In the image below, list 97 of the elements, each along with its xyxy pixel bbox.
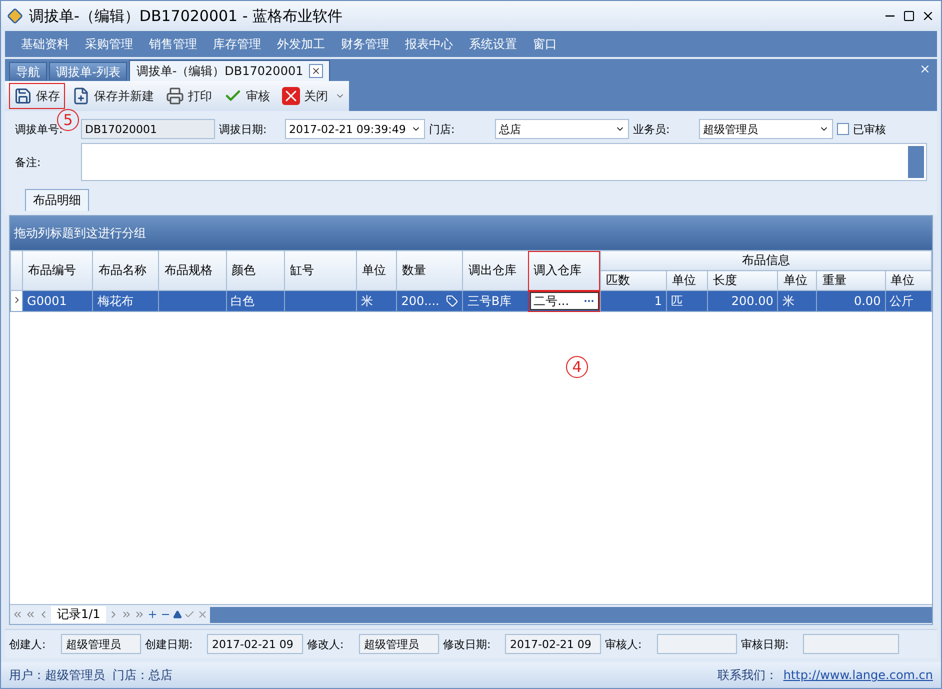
- input-field[interactable]: 超级管理员: [699, 119, 833, 139]
- close-icon: [311, 66, 322, 76]
- menu-item[interactable]: 窗口: [527, 34, 563, 54]
- scrollbar[interactable]: [908, 146, 924, 178]
- toolbar-button[interactable]: 保存并新建: [67, 83, 159, 109]
- toolbar-button[interactable]: 保存: [9, 83, 65, 109]
- column-header[interactable]: 缸号: [284, 250, 357, 290]
- menu-item[interactable]: 外发加工: [271, 34, 331, 54]
- checkbox-label: 已审核: [853, 122, 887, 136]
- column-header[interactable]: 调出仓库: [462, 250, 528, 290]
- remark-field[interactable]: [81, 143, 927, 181]
- toolbar-button[interactable]: 审核: [219, 83, 275, 109]
- menu-item[interactable]: 财务管理: [335, 34, 395, 54]
- table-cell: G0001: [22, 290, 93, 312]
- maximize-icon[interactable]: [903, 10, 915, 22]
- group-by-panel: 拖动列标题到这进行分组: [10, 216, 932, 250]
- record-counter: 记录1/1: [51, 606, 106, 623]
- checkbox[interactable]: [837, 123, 849, 135]
- table-cell: 公斤: [885, 290, 932, 312]
- detail-tab[interactable]: 布品明细: [25, 189, 89, 211]
- column-header[interactable]: 单位: [356, 250, 397, 290]
- next-page-icon[interactable]: [121, 609, 132, 620]
- column-header[interactable]: 匹数: [600, 270, 667, 290]
- input-field[interactable]: 总店: [495, 119, 629, 139]
- close-icon[interactable]: [921, 9, 935, 23]
- tab-close-button[interactable]: [309, 64, 324, 78]
- annotation-number: 4: [566, 356, 588, 378]
- horizontal-scrollbar[interactable]: [210, 606, 932, 622]
- readonly-field: 2017-02-21 09: [505, 634, 601, 654]
- toolbar-button[interactable]: 关闭: [277, 83, 333, 109]
- column-header[interactable]: 布品编号: [22, 250, 93, 290]
- menu-item[interactable]: 基础资料: [15, 34, 75, 54]
- table-cell: 200.00: [708, 290, 778, 312]
- field-label: 业务员:: [633, 122, 671, 136]
- app-logo-icon: [7, 8, 23, 24]
- column-header[interactable]: 长度: [708, 270, 778, 290]
- field-label: 修改人:: [307, 636, 345, 652]
- input-field[interactable]: DB17020001: [81, 119, 215, 139]
- table-cell: 米: [356, 290, 397, 312]
- menu-item[interactable]: 销售管理: [143, 34, 203, 54]
- menu-item[interactable]: 系统设置: [463, 34, 523, 54]
- column-header[interactable]: 布品规格: [158, 250, 226, 290]
- checkmark-icon[interactable]: [184, 609, 196, 620]
- column-header[interactable]: 单位: [778, 270, 817, 290]
- toolbar-button[interactable]: 打印: [161, 83, 217, 109]
- close-icon: [282, 87, 300, 105]
- column-header[interactable]: 布品名称: [92, 250, 159, 290]
- table-cell: 米: [778, 290, 817, 312]
- document-tab[interactable]: 导航: [9, 62, 47, 81]
- column-header[interactable]: 数量: [396, 250, 463, 290]
- menu-item[interactable]: 库存管理: [207, 34, 267, 54]
- column-group-header: 布品信息: [600, 250, 932, 270]
- last-record-icon[interactable]: [134, 609, 146, 620]
- table-cell: 0.00: [816, 290, 886, 312]
- add-icon[interactable]: [147, 609, 158, 620]
- field-label: 创建人:: [9, 636, 47, 652]
- table-cell: 白色: [226, 290, 284, 312]
- table-cell: 梅花布: [92, 290, 159, 312]
- cancel-icon[interactable]: [197, 609, 208, 620]
- column-header[interactable]: 颜色: [226, 250, 284, 290]
- column-header[interactable]: 单位: [666, 270, 708, 290]
- readonly-field: 超级管理员: [359, 634, 439, 654]
- field-label: 审核日期:: [741, 636, 790, 652]
- field-label: 审核人:: [605, 636, 643, 652]
- field-label: 创建日期:: [145, 636, 194, 652]
- document-tab[interactable]: 调拔单-列表: [49, 62, 128, 81]
- triangle-up-icon[interactable]: [173, 610, 182, 619]
- menu-item[interactable]: 采购管理: [79, 34, 139, 54]
- first-record-icon[interactable]: [12, 609, 23, 620]
- field-label: 修改日期:: [443, 636, 492, 652]
- status-text: 用户：超级管理员 门店：总店: [9, 666, 173, 684]
- previous-page-icon[interactable]: [25, 609, 36, 620]
- table-cell: [158, 290, 226, 312]
- document-tab[interactable]: 调拔单-（编辑）DB17020001: [129, 60, 330, 81]
- document-plus-icon: [72, 87, 90, 105]
- tag-icon: [446, 295, 458, 307]
- column-header[interactable]: 调入仓库: [528, 250, 600, 290]
- table-cell: 三号B库: [462, 290, 528, 312]
- table-cell: 匹: [666, 290, 708, 312]
- contact-label: 联系我们：: [717, 666, 778, 684]
- field-label: 调拔日期:: [219, 122, 268, 136]
- cell-editor[interactable]: 二号...: [530, 292, 599, 310]
- readonly-field: 超级管理员: [61, 634, 141, 654]
- website-link[interactable]: http://www.lange.com.cn: [783, 668, 933, 682]
- menu-item[interactable]: 报表中心: [399, 34, 459, 54]
- column-header[interactable]: 重量: [816, 270, 886, 290]
- printer-icon: [166, 87, 184, 105]
- table-cell: 200....: [396, 290, 463, 312]
- field-label: 门店:: [429, 122, 456, 136]
- readonly-field: 2017-02-21 09: [207, 634, 303, 654]
- window-title: 调拔单-（编辑）DB17020001 - 蓝格布业软件: [29, 6, 344, 26]
- row-indicator[interactable]: [10, 290, 23, 312]
- table-cell: 1: [600, 290, 667, 312]
- field-label: 备注:: [15, 154, 42, 170]
- column-header[interactable]: 单位: [885, 270, 932, 290]
- input-field[interactable]: 2017-02-21 09:39:49: [285, 119, 425, 139]
- row-indicator-header: [10, 250, 23, 290]
